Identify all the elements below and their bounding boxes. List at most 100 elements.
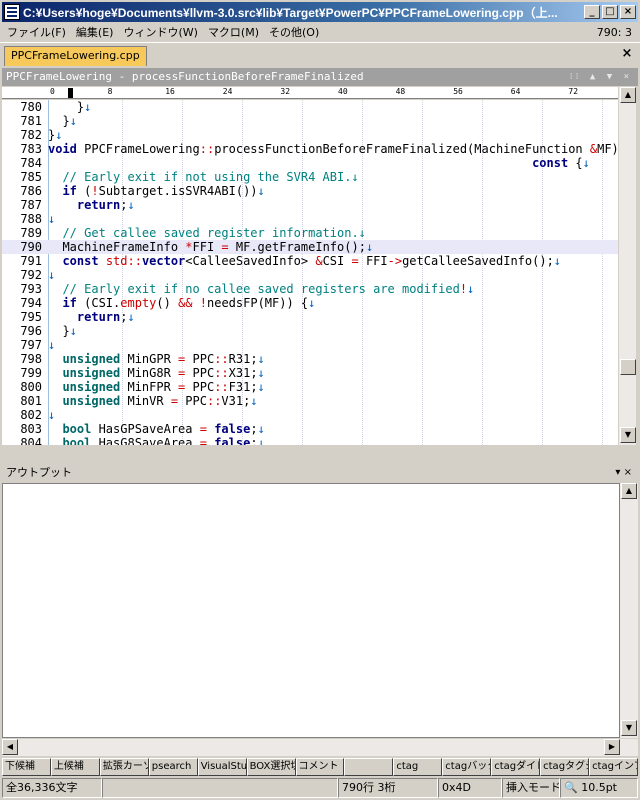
code-text[interactable]: // Early exit if no callee saved registe… [48,282,474,296]
code-line[interactable]: 784 const {↓ [2,156,618,170]
code-line[interactable]: 804 bool HasG8SaveArea = false;↓ [2,436,618,445]
code-text[interactable]: if (!Subtarget.isSVR4ABI())↓ [48,184,264,198]
line-number[interactable]: 789 [2,226,42,240]
status-zoom[interactable]: 🔍 10.5pt [560,778,638,798]
function-key-1[interactable]: 下候補 [2,758,51,776]
code-line[interactable]: 803 bool HasGPSaveArea = false;↓ [2,422,618,436]
output-vertical-scrollbar[interactable]: ▲ ▼ [620,483,638,738]
code-line[interactable]: 795 return;↓ [2,310,618,324]
code-line[interactable]: 791 const std::vector<CalleeSavedInfo> &… [2,254,618,268]
code-text[interactable]: const {↓ [48,156,590,170]
code-text[interactable]: }↓ [48,324,76,338]
code-text[interactable]: unsigned MinG8R = PPC::X31;↓ [48,366,264,380]
column-ruler[interactable]: 0816243240485664728 [2,87,618,99]
line-number[interactable]: 800 [2,380,42,394]
function-key-2[interactable]: 上候補 [50,758,100,776]
line-number[interactable]: 802 [2,408,42,422]
code-text[interactable]: }↓ [48,114,76,128]
line-number[interactable]: 781 [2,114,42,128]
output-scroll-down-button[interactable]: ▼ [621,720,637,736]
code-line[interactable]: 797 ↓ [2,338,618,352]
code-line[interactable]: 788 ↓ [2,212,618,226]
code-text[interactable]: unsigned MinGPR = PPC::R31;↓ [48,352,264,366]
code-line[interactable]: 796 }↓ [2,324,618,338]
function-key-6[interactable]: BOX選択切 [246,758,296,776]
title-bar[interactable]: C:¥Users¥hoge¥Documents¥llvm-3.0.src¥lib… [2,2,638,22]
function-key-4[interactable]: psearch [148,758,198,776]
code-text[interactable]: ↓ [48,408,55,422]
code-line[interactable]: 799 unsigned MinG8R = PPC::X31;↓ [2,366,618,380]
code-line[interactable]: 792 ↓ [2,268,618,282]
code-text[interactable]: unsigned MinVR = PPC::V31;↓ [48,394,257,408]
scroll-up-button[interactable]: ▲ [620,87,636,103]
line-number[interactable]: 783 [2,142,42,156]
output-scroll-right-button[interactable]: ▶ [604,739,620,755]
code-line[interactable]: 785 // Early exit if not using the SVR4 … [2,170,618,184]
code-line[interactable]: 780 }↓ [2,100,618,114]
line-number[interactable]: 799 [2,366,42,380]
code-text[interactable]: if (CSI.empty() && !needsFP(MF)) {↓ [48,296,315,310]
line-number[interactable]: 798 [2,352,42,366]
line-number[interactable]: 787 [2,198,42,212]
menu-edit[interactable]: 編集(E) [71,24,119,40]
code-text[interactable]: MachineFrameInfo *FFI = MF.getFrameInfo(… [48,240,373,254]
function-key-12[interactable]: ctagダイレク [491,758,541,776]
line-number[interactable]: 785 [2,170,42,184]
scroll-thumb[interactable] [620,359,636,375]
code-text[interactable]: }↓ [48,128,62,142]
code-line[interactable]: 782 }↓ [2,128,618,142]
code-line[interactable]: 794 if (CSI.empty() && !needsFP(MF)) {↓ [2,296,618,310]
close-button[interactable]: × [620,5,636,19]
output-controls[interactable]: ▾ × [615,464,632,482]
code-text[interactable]: unsigned MinFPR = PPC::F31;↓ [48,380,264,394]
code-text[interactable]: void PPCFrameLowering::processFunctionBe… [48,142,618,156]
function-key-8[interactable] [344,758,394,776]
code-line[interactable]: 802 ↓ [2,408,618,422]
code-line[interactable]: 783 void PPCFrameLowering::processFunctio… [2,142,618,156]
line-number[interactable]: 804 [2,436,42,445]
code-line[interactable]: 790 MachineFrameInfo *FFI = MF.getFrameI… [2,240,618,254]
function-key-14[interactable]: ctagインフ [589,758,638,776]
line-number[interactable]: 780 [2,100,42,114]
code-editor[interactable]: 780 }↓ 781 }↓ 782}↓ 783 void PPCFrameLowerin… [2,100,618,445]
line-number[interactable]: 782 [2,128,42,142]
code-text[interactable]: return;↓ [48,198,135,212]
app-icon[interactable] [4,4,20,20]
output-scroll-left-button[interactable]: ◀ [2,739,18,755]
function-key-3[interactable]: 拡張カーソル [99,758,149,776]
minimize-button[interactable]: _ [584,5,600,19]
code-text[interactable]: ↓ [48,268,55,282]
line-number[interactable]: 803 [2,422,42,436]
status-insert-mode[interactable]: 挿入モード [502,778,560,798]
maximize-button[interactable]: □ [602,5,618,19]
function-key-5[interactable]: VisualStu [197,758,247,776]
line-number[interactable]: 786 [2,184,42,198]
output-scroll-up-button[interactable]: ▲ [621,483,637,499]
line-number[interactable]: 784 [2,156,42,170]
function-key-13[interactable]: ctagタグジ [540,758,590,776]
code-text[interactable]: // Early exit if not using the SVR4 ABI.… [48,170,358,184]
code-text[interactable]: bool HasGPSaveArea = false;↓ [48,422,264,436]
line-number[interactable]: 792 [2,268,42,282]
line-number[interactable]: 791 [2,254,42,268]
function-key-11[interactable]: ctagバック [442,758,492,776]
code-line[interactable]: 793 // Early exit if no callee saved reg… [2,282,618,296]
line-number[interactable]: 801 [2,394,42,408]
code-line[interactable]: 789 // Get callee saved register informa… [2,226,618,240]
output-panel[interactable] [2,483,620,738]
function-key-7[interactable]: コメント [295,758,345,776]
menu-file[interactable]: ファイル(F) [2,24,71,40]
code-line[interactable]: 781 }↓ [2,114,618,128]
menu-other[interactable]: その他(O) [264,24,324,40]
line-number[interactable]: 794 [2,296,42,310]
line-number[interactable]: 796 [2,324,42,338]
menu-macro[interactable]: マクロ(M) [203,24,264,40]
line-number[interactable]: 797 [2,338,42,352]
code-text[interactable]: }↓ [48,100,91,114]
code-line[interactable]: 787 return;↓ [2,198,618,212]
code-text[interactable]: const std::vector<CalleeSavedInfo> &CSI … [48,254,561,268]
line-number[interactable]: 788 [2,212,42,226]
output-horizontal-scrollbar[interactable]: ◀ ▶ [2,739,638,756]
code-text[interactable]: ↓ [48,338,55,352]
menu-window[interactable]: ウィンドウ(W) [118,24,202,40]
